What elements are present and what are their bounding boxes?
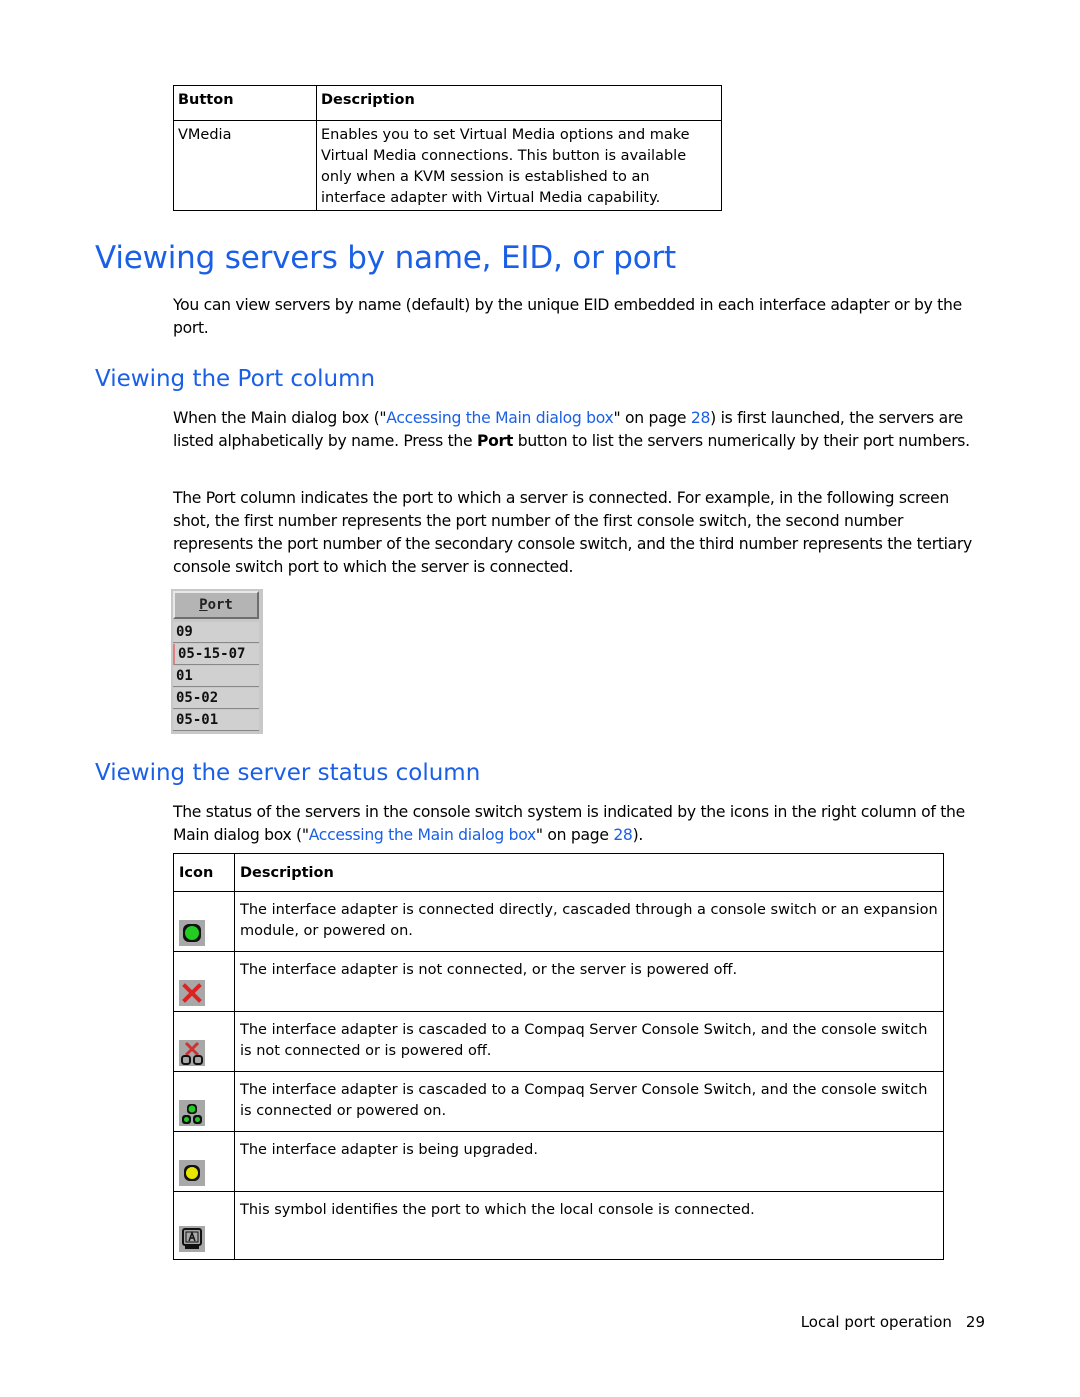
red-x-icon (179, 980, 205, 1006)
port-button[interactable]: Port (173, 591, 259, 619)
port-column-screenshot: Port 09 05-15-07 01 05-02 05-01 (171, 589, 263, 734)
page-title: Viewing servers by name, EID, or port (95, 240, 677, 276)
button-table: Button Description VMedia Enables you to… (173, 85, 722, 211)
text: button to list the servers numerically b… (513, 432, 970, 450)
port-bold: Port (476, 432, 514, 450)
page-link[interactable]: 28 (613, 826, 633, 844)
table-row: The interface adapter is connected direc… (173, 891, 944, 952)
table-row: This symbol identifies the port to which… (173, 1191, 944, 1260)
icon-cell (173, 1131, 235, 1192)
icon-cell (173, 1011, 235, 1072)
table-header-row: Button Description (173, 85, 722, 121)
status-description: The interface adapter is cascaded to a C… (234, 1071, 944, 1132)
header-button: Button (173, 85, 317, 121)
port-button-label: ort (207, 597, 233, 613)
status-column-heading: Viewing the server status column (95, 760, 481, 786)
local-console-icon (179, 1226, 205, 1252)
green-circle-icon (179, 920, 205, 946)
header-description: Description (316, 85, 722, 121)
port-row: 05-02 (173, 688, 259, 709)
port-column-paragraph-2: The Port column indicates the port to wh… (173, 489, 972, 576)
icon-cell (173, 1071, 235, 1132)
icon-cell (173, 1191, 235, 1260)
port-row: 01 (173, 666, 259, 687)
header-description: Description (234, 853, 944, 892)
port-row: 05-01 (173, 710, 259, 731)
icon-cell (173, 951, 235, 1012)
text: " on page (613, 409, 691, 427)
table-row: The interface adapter is cascaded to a C… (173, 1071, 944, 1132)
button-description: Enables you to set Virtual Media options… (316, 120, 722, 211)
text: When the Main dialog box (" (173, 409, 387, 427)
port-column-heading: Viewing the Port column (95, 366, 376, 392)
page-link[interactable]: 28 (691, 409, 711, 427)
yellow-circle-icon (179, 1160, 205, 1186)
port-row: 09 (173, 622, 259, 643)
status-description: The interface adapter is cascaded to a C… (234, 1011, 944, 1072)
footer-section: Local port operation (800, 1313, 952, 1331)
icon-cell (173, 891, 235, 952)
accessing-main-dialog-link[interactable]: Accessing the Main dialog box (309, 826, 536, 844)
port-column-paragraph-1: When the Main dialog box ("Accessing the… (173, 407, 983, 453)
port-row: 05-15-07 (173, 644, 259, 665)
page-footer: Local port operation 29 (801, 1313, 985, 1331)
cascade-on-icon (179, 1100, 205, 1126)
status-description: The interface adapter is being upgraded. (234, 1131, 944, 1192)
text: " on page (535, 826, 614, 844)
port-button-mnemonic: P (199, 597, 208, 613)
header-icon: Icon (173, 853, 235, 892)
page-number: 29 (965, 1313, 985, 1331)
table-row: The interface adapter is not connected, … (173, 951, 944, 1012)
table-row: The interface adapter is cascaded to a C… (173, 1011, 944, 1072)
status-description: The interface adapter is connected direc… (234, 891, 944, 952)
status-column-paragraph: The status of the servers in the console… (173, 801, 983, 847)
button-name: VMedia (173, 120, 317, 211)
table-header-row: Icon Description (173, 853, 944, 892)
accessing-main-dialog-link[interactable]: Accessing the Main dialog box (386, 409, 613, 427)
status-icon-table: Icon Description The interface adapter i… (173, 853, 944, 1260)
table-row: The interface adapter is being upgraded. (173, 1131, 944, 1192)
status-description: This symbol identifies the port to which… (234, 1191, 944, 1260)
text: ). (632, 826, 644, 844)
status-description: The interface adapter is not connected, … (234, 951, 944, 1012)
cascade-off-icon (179, 1040, 205, 1066)
intro-paragraph: You can view servers by name (default) b… (173, 296, 962, 337)
table-row: VMedia Enables you to set Virtual Media … (173, 120, 722, 211)
